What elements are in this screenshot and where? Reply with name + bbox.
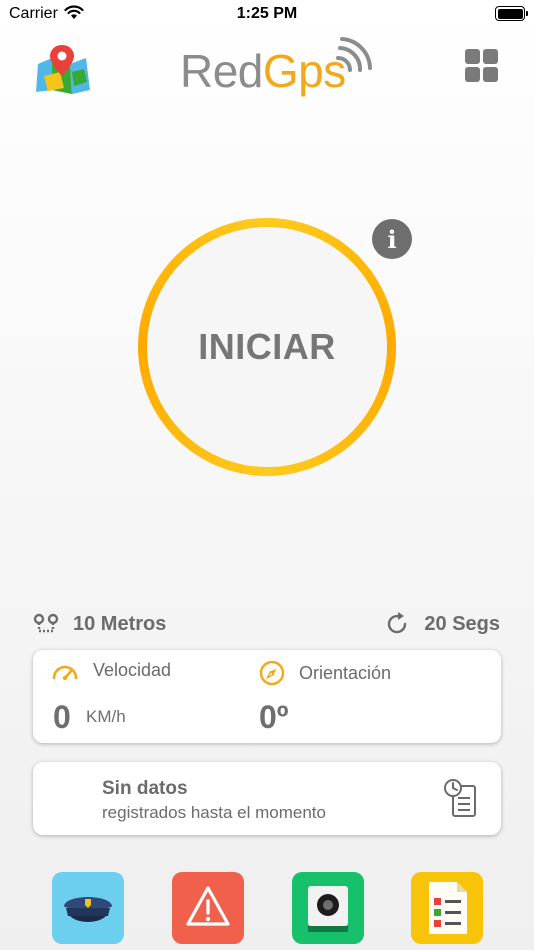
info-button[interactable]: i xyxy=(372,219,412,259)
records-subtitle: registrados hasta el momento xyxy=(102,803,326,822)
police-button[interactable] xyxy=(52,872,124,944)
refresh-icon xyxy=(388,612,407,634)
report-button[interactable] xyxy=(411,872,483,944)
signal-icon xyxy=(336,37,372,72)
speedometer-icon xyxy=(52,665,78,680)
status-time: 1:25 PM xyxy=(236,5,298,22)
records-card[interactable]: Sin datos registrados hasta el momento xyxy=(33,762,501,835)
speed-label-row: Velocidad xyxy=(51,660,171,681)
stats-card: Velocidad 0 KM/h Orientación 0º xyxy=(33,650,501,743)
start-button[interactable]: INICIAR xyxy=(138,218,396,476)
report-icon xyxy=(429,882,467,934)
distance-text: 10 Metros xyxy=(73,612,167,635)
speed-value: 0 xyxy=(53,699,71,735)
route-icon xyxy=(33,613,59,633)
interval-text: 20 Segs xyxy=(424,612,500,635)
grid-menu-button[interactable] xyxy=(465,49,499,83)
start-label: INICIAR xyxy=(198,326,336,367)
app-logo: RedGps xyxy=(180,36,380,100)
orientation-value: 0º xyxy=(259,699,289,735)
map-button[interactable] xyxy=(34,42,92,94)
orientation-label-row: Orientación xyxy=(259,660,391,686)
info-icon: i xyxy=(387,224,397,254)
camera-icon xyxy=(308,886,348,932)
start-button-inner: INICIAR xyxy=(147,227,387,467)
interval-summary: 20 Segs xyxy=(384,610,500,638)
camera-button[interactable] xyxy=(292,872,364,944)
distance-summary: 10 Metros xyxy=(33,610,166,638)
speed-label: Velocidad xyxy=(93,660,172,680)
compass-icon xyxy=(259,660,285,686)
speed-unit: KM/h xyxy=(86,707,126,726)
map-pin-icon xyxy=(36,45,90,94)
logo-text-red: Red xyxy=(180,45,263,97)
records-title: Sin datos xyxy=(102,778,188,799)
alert-button[interactable] xyxy=(172,872,244,944)
police-cap-icon xyxy=(64,897,112,922)
battery-icon xyxy=(495,6,528,21)
warning-icon xyxy=(186,886,230,926)
clock-document-icon xyxy=(444,779,476,817)
orientation-label: Orientación xyxy=(299,662,392,683)
status-bar: Carrier 1:25 PM xyxy=(0,0,534,28)
